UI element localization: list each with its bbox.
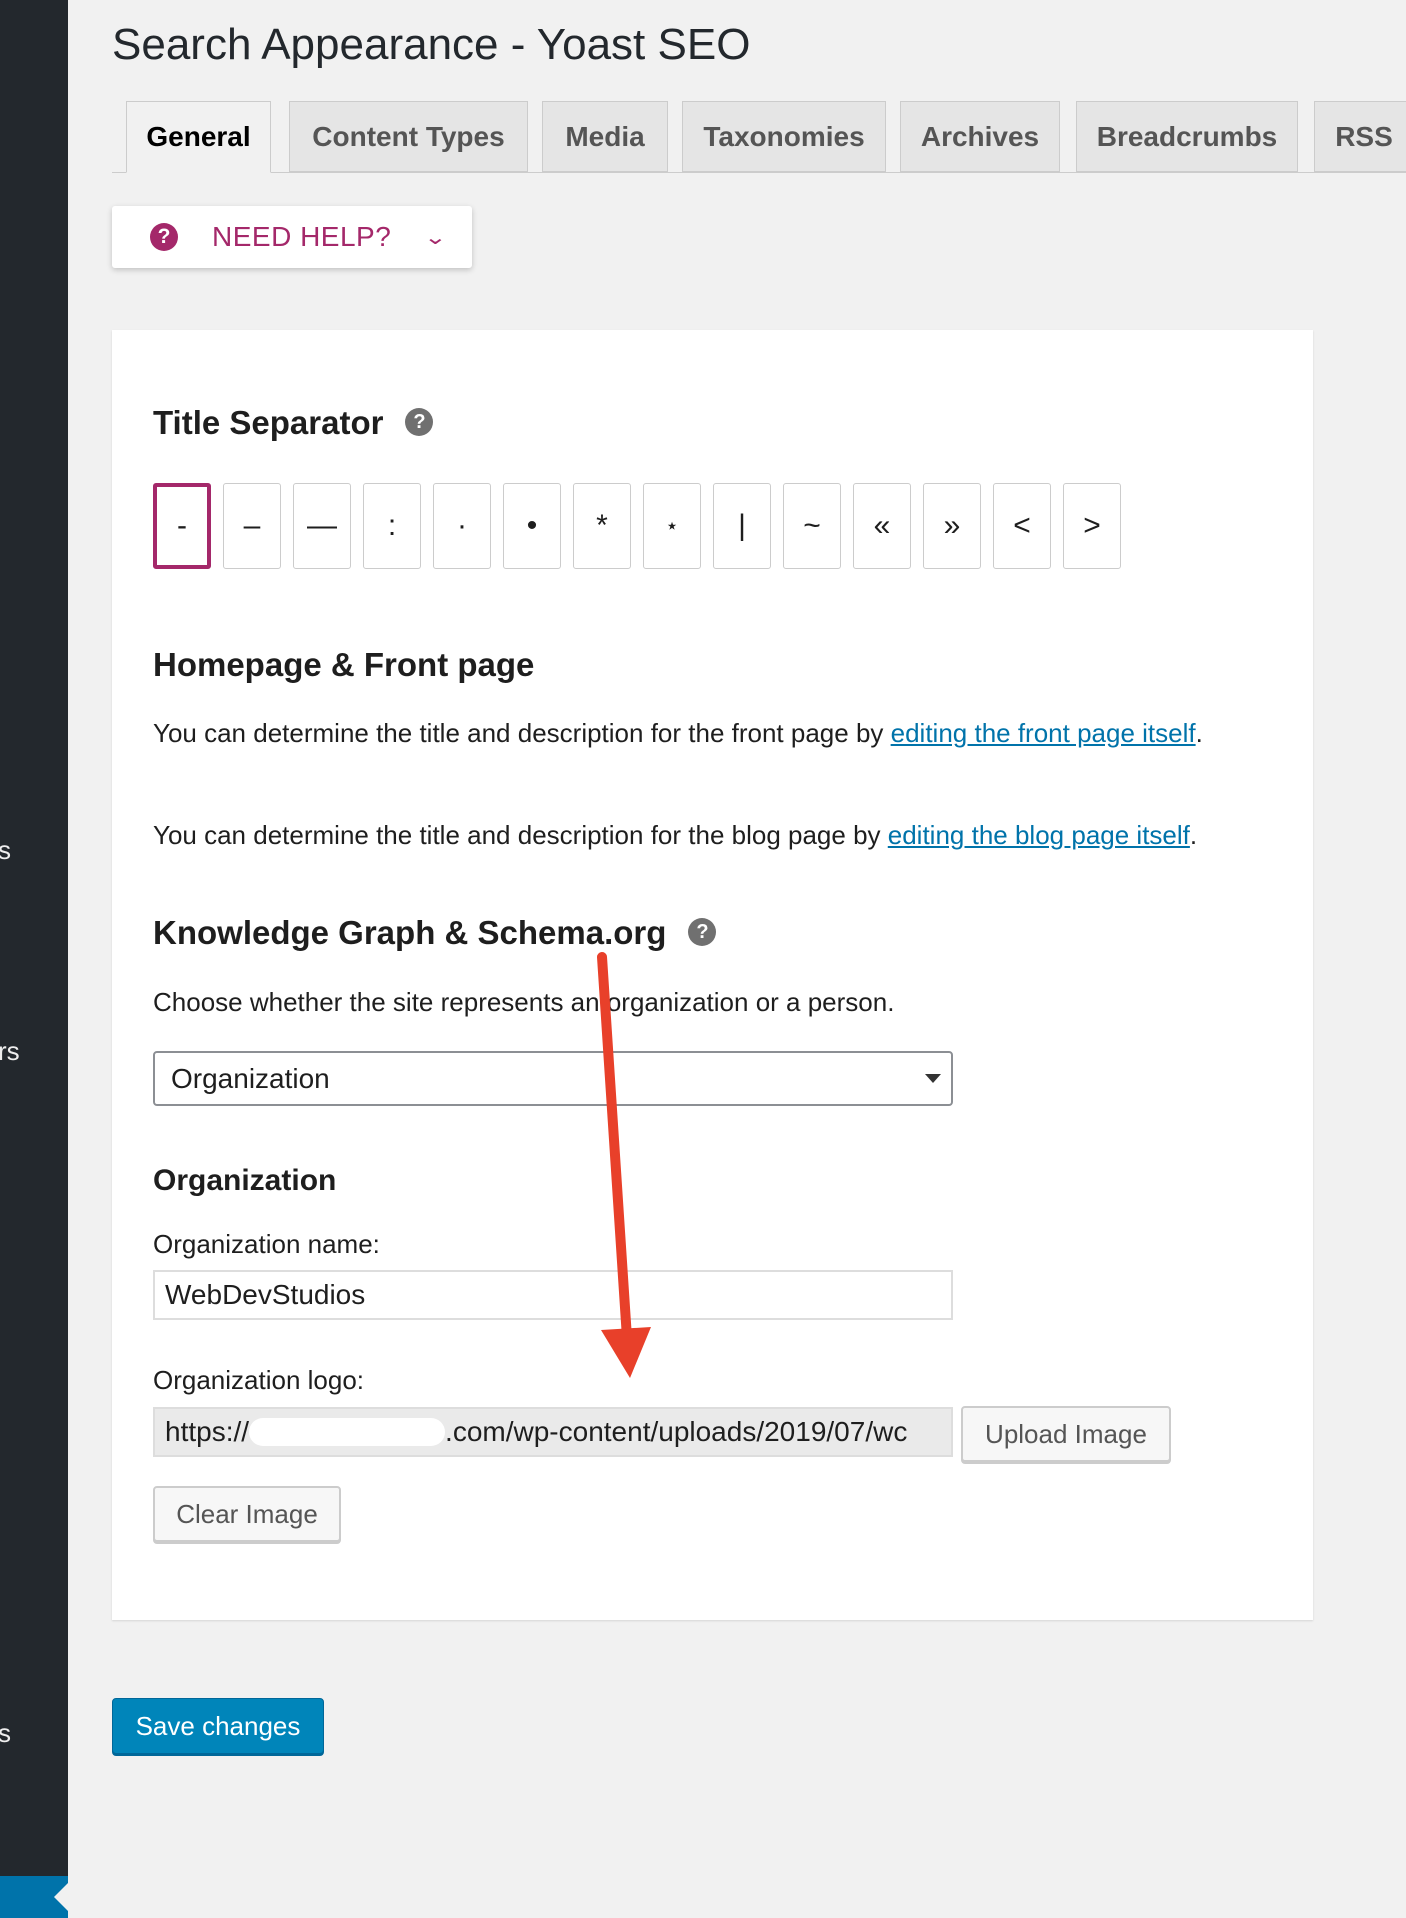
separator-option-tilde[interactable]: ~ (783, 483, 841, 569)
separator-option-colon[interactable]: : (363, 483, 421, 569)
dropdown-caret-icon (925, 1074, 941, 1083)
blog-page-text-body: You can determine the title and descript… (153, 820, 888, 850)
edit-blog-page-link[interactable]: editing the blog page itself (888, 820, 1190, 850)
nav-tabs: General Content Types Media Taxonomies A… (126, 101, 1406, 173)
organization-name-input[interactable]: WebDevStudios (153, 1270, 953, 1320)
separator-option-right-guillemet[interactable]: » (923, 483, 981, 569)
separator-option-en-dash[interactable]: – (223, 483, 281, 569)
tab-media[interactable]: Media (542, 101, 668, 172)
separator-option-middot[interactable]: · (433, 483, 491, 569)
organization-person-select[interactable]: Organization (153, 1051, 953, 1106)
separator-option-asterisk[interactable]: * (573, 483, 631, 569)
sidebar-menu-fragment[interactable]: s (0, 835, 11, 866)
organization-logo-url-input[interactable]: https:// .com/wp-content/uploads/2019/07/… (153, 1407, 953, 1457)
organization-heading: Organization (153, 1164, 337, 1197)
tab-breadcrumbs[interactable]: Breadcrumbs (1076, 101, 1298, 172)
homepage-heading: Homepage & Front page (153, 646, 535, 683)
active-notch (54, 1883, 68, 1911)
title-separator-heading-text: Title Separator (153, 404, 384, 441)
separator-options: - – — : · • * ⋆ | ~ « » < > (153, 483, 1133, 569)
front-page-period: . (1195, 718, 1203, 748)
knowledge-graph-heading: Knowledge Graph & Schema.org? (153, 914, 717, 952)
sidebar-menu-fragment[interactable]: s (0, 1718, 11, 1749)
upload-image-button[interactable]: Upload Image (961, 1406, 1171, 1462)
redaction-mark (249, 1418, 446, 1446)
separator-option-left-guillemet[interactable]: « (853, 483, 911, 569)
tab-rss[interactable]: RSS (1314, 101, 1406, 172)
front-page-text: You can determine the title and descript… (153, 714, 1253, 752)
blog-page-period: . (1189, 820, 1198, 850)
settings-panel: Title Separator? - – — : · • * ⋆ | ~ « »… (112, 330, 1313, 1620)
chevron-down-icon: ⌄ (423, 226, 448, 249)
tab-content-types[interactable]: Content Types (289, 101, 528, 172)
save-changes-button[interactable]: Save changes (112, 1698, 324, 1754)
separator-option-less-than[interactable]: < (993, 483, 1051, 569)
logo-url-prefix: https:// (165, 1416, 250, 1447)
front-page-text-body: You can determine the title and descript… (153, 718, 891, 748)
select-value: Organization (171, 1062, 330, 1094)
knowledge-graph-description: Choose whether the site represents an or… (153, 987, 895, 1017)
organization-logo-label: Organization logo: (153, 1365, 365, 1395)
logo-url-suffix: .com/wp-content/uploads/2019/07/wc (445, 1416, 908, 1447)
tab-taxonomies[interactable]: Taxonomies (682, 101, 886, 172)
clear-image-button[interactable]: Clear Image (153, 1486, 341, 1542)
help-icon[interactable]: ? (405, 408, 434, 437)
sidebar-menu-fragment[interactable]: rs (0, 1036, 20, 1067)
separator-option-greater-than[interactable]: > (1063, 483, 1121, 569)
need-help-button[interactable]: ? NEED HELP? ⌄ (112, 206, 472, 268)
edit-front-page-link[interactable]: editing the front page itself (891, 718, 1196, 748)
separator-option-em-dash[interactable]: — (293, 483, 351, 569)
separator-option-pipe[interactable]: | (713, 483, 771, 569)
blog-page-text: You can determine the title and descript… (153, 816, 1293, 854)
tab-archives[interactable]: Archives (900, 101, 1060, 172)
separator-option-low-asterisk[interactable]: ⋆ (643, 483, 701, 569)
tab-general[interactable]: General (126, 101, 271, 173)
separator-option-dash[interactable]: - (153, 483, 211, 569)
title-separator-heading: Title Separator? (153, 404, 434, 442)
admin-sidebar: s rs s (0, 0, 68, 1918)
page-title: Search Appearance - Yoast SEO (112, 20, 751, 69)
need-help-label: NEED HELP? (212, 221, 392, 252)
help-icon[interactable]: ? (688, 918, 717, 947)
question-circle-icon: ? (150, 223, 178, 251)
sidebar-active-item[interactable] (0, 1876, 68, 1918)
separator-option-bullet[interactable]: • (503, 483, 561, 569)
organization-name-label: Organization name: (153, 1229, 380, 1259)
knowledge-graph-heading-text: Knowledge Graph & Schema.org (153, 914, 667, 951)
